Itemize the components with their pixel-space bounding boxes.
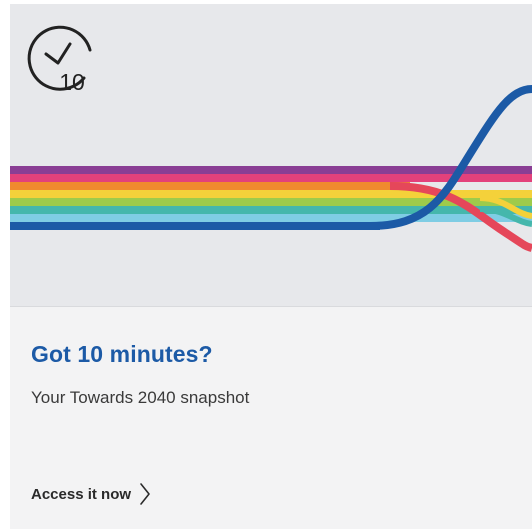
timer-10-minutes-icon: 10	[27, 25, 92, 94]
card-title: Got 10 minutes?	[31, 341, 213, 367]
snapshot-card[interactable]: 10 Got 10 minutes? Your Towards 2040 sna…	[10, 4, 532, 529]
hero-banner: 10	[10, 4, 532, 307]
cta-label[interactable]: Access it now	[31, 486, 131, 503]
chevron-right-icon[interactable]	[139, 482, 151, 506]
access-it-now-link[interactable]: Access it now	[31, 482, 151, 506]
card-subtitle: Your Towards 2040 snapshot	[31, 388, 250, 407]
timer-number: 10	[59, 69, 85, 94]
